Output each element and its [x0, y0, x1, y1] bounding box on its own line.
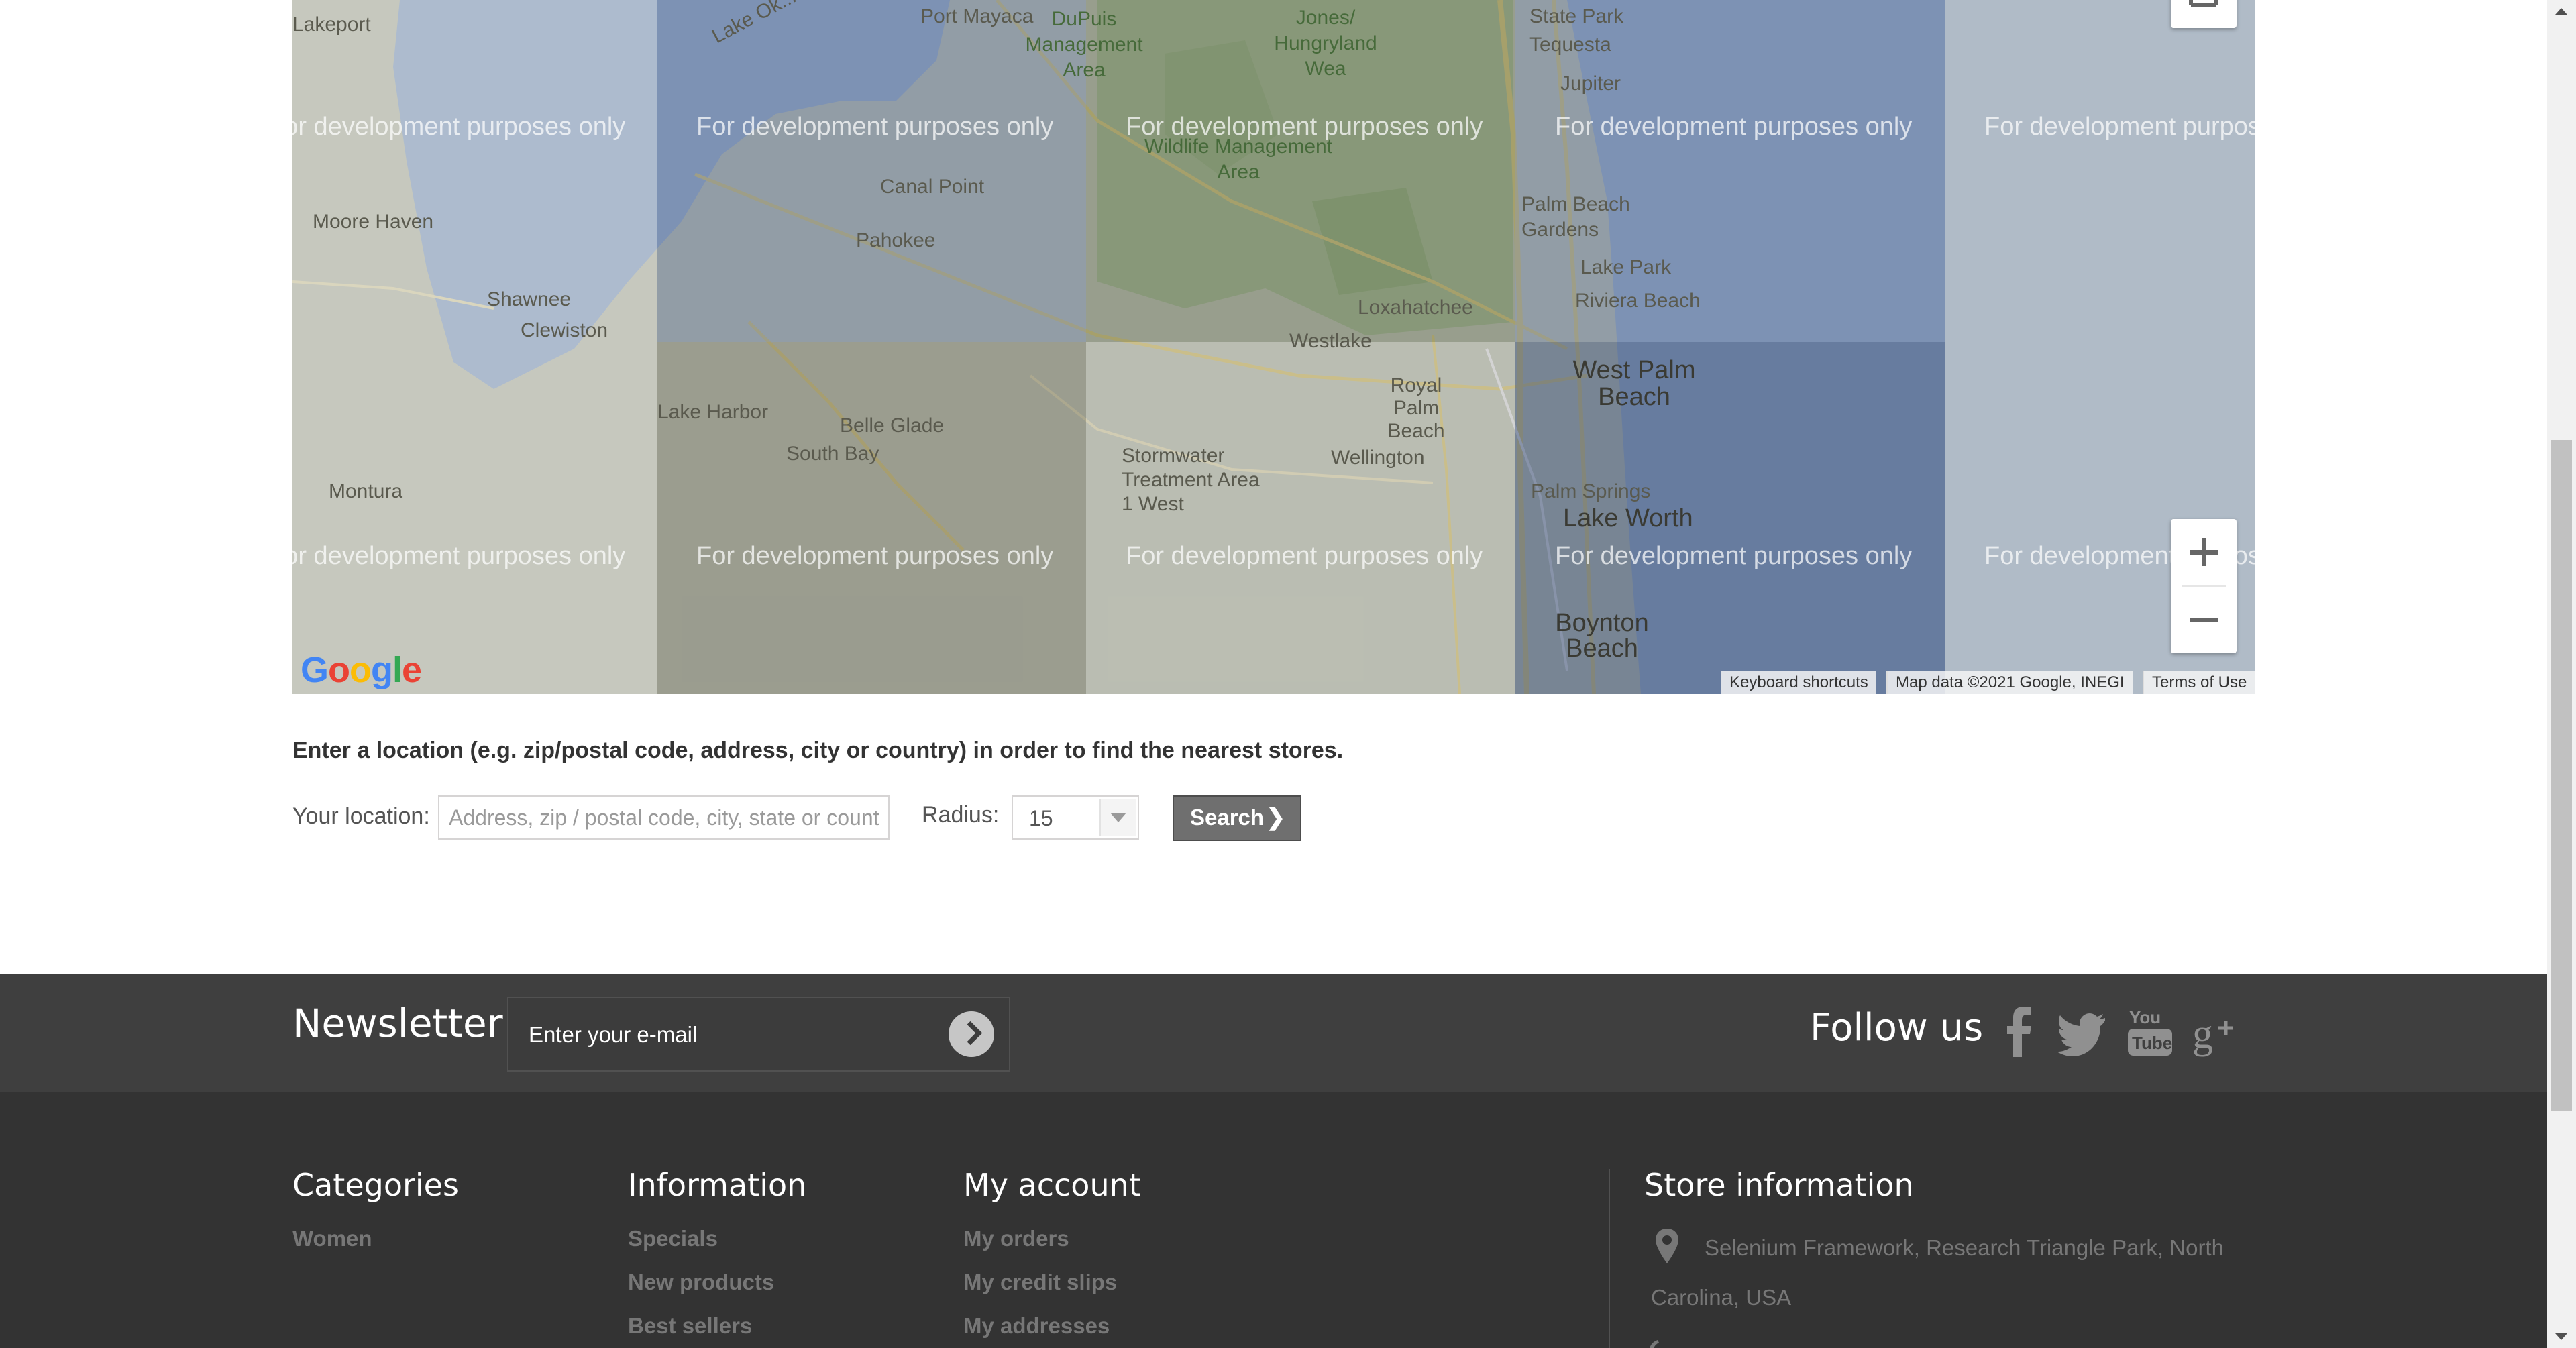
fullscreen-button[interactable] — [2171, 0, 2237, 28]
footer-link-specials[interactable]: Specials — [628, 1226, 718, 1251]
map-label-canal-point: Canal Point — [880, 176, 985, 198]
footer-link-women[interactable]: Women — [292, 1226, 372, 1251]
zoom-out-button[interactable] — [2171, 587, 2237, 653]
map-watermark: For development purposes only — [1555, 113, 1913, 141]
page: Lakeport Lake Ok... Port Mayaca DuPuis M… — [0, 0, 2547, 1348]
map-watermark: For development purposes only — [292, 113, 626, 141]
newsletter-bar: Newsletter Enter your e-mail Follow us Y… — [0, 974, 2547, 1092]
map-watermark: For development purposes only — [696, 542, 1054, 570]
map-label-lake-harbor: Lake Harbor — [657, 401, 769, 423]
footer-link-my-credit-slips[interactable]: My credit slips — [963, 1270, 1117, 1295]
chevron-right-icon: ❯ — [1266, 805, 1286, 830]
map-watermark: For development purposes only — [1984, 113, 2255, 141]
map-label-westlake: Westlake — [1289, 330, 1372, 352]
map-label-west-palm-beach: West Palm Beach — [1572, 356, 1696, 411]
map-label-palm-beach-gardens: Palm Beach Gardens — [1521, 193, 1630, 241]
map-label-lake-park: Lake Park — [1580, 256, 1672, 278]
map-label-loxahatchee: Loxahatchee — [1358, 296, 1473, 319]
store-address-line1: Selenium Framework, Research Triangle Pa… — [1705, 1235, 2224, 1260]
map-label-boynton-beach: Boynton Beach — [1555, 609, 1649, 663]
map-label-wildlife: Wildlife Management Area — [1144, 135, 1333, 183]
footer-link-my-addresses[interactable]: My addresses — [963, 1313, 1110, 1339]
newsletter-submit-button[interactable] — [949, 1011, 994, 1057]
footer: Categories Women Information Specials Ne… — [0, 1092, 2547, 1348]
map-label-jupiter: Jupiter — [1560, 72, 1621, 95]
footer-categories-title: Categories — [292, 1167, 459, 1203]
scroll-down-arrow-icon[interactable] — [2555, 1333, 2567, 1340]
keyboard-shortcuts-link[interactable]: Keyboard shortcuts — [1721, 671, 1876, 694]
map-label-state-park: State Park — [1529, 5, 1624, 27]
store-address-line2: Carolina, USA — [1651, 1285, 1792, 1310]
map-label-moore-haven: Moore Haven — [313, 211, 434, 233]
radius-select[interactable]: 15 — [1012, 795, 1139, 840]
footer-my-account-title: My account — [963, 1167, 1141, 1203]
map-label-tequesta: Tequesta — [1529, 34, 1611, 56]
map-label-riviera-beach: Riviera Beach — [1575, 290, 1701, 312]
youtube-icon[interactable]: You Tube — [2124, 1001, 2178, 1061]
zoom-in-button[interactable] — [2171, 519, 2237, 585]
svg-text:You: You — [2129, 1007, 2161, 1027]
map-label-shawnee: Shawnee — [487, 288, 572, 311]
newsletter-email-input[interactable]: Enter your e-mail — [507, 997, 1010, 1072]
map-tiles — [292, 0, 2255, 694]
svg-text:g: g — [2192, 1011, 2213, 1057]
map-label-lake-worth: Lake Worth — [1563, 504, 1693, 532]
page-scrollbar[interactable] — [2547, 0, 2576, 1348]
location-label: Your location: — [292, 803, 430, 829]
radius-value: 15 — [1029, 806, 1053, 830]
newsletter-title: Newsletter — [292, 1001, 503, 1046]
store-search-intro: Enter a location (e.g. zip/postal code, … — [292, 738, 1344, 763]
map-watermark: For development purposes only — [292, 542, 626, 570]
map-label-royal-palm-beach: Royal Palm Beach — [1387, 374, 1445, 442]
phone-icon — [1650, 1340, 1659, 1348]
map-marker-icon — [1656, 1229, 1678, 1263]
search-button[interactable]: Search ❯ — [1173, 795, 1301, 841]
footer-divider — [1609, 1169, 1610, 1348]
map-label-lakeport: Lakeport — [292, 13, 371, 36]
svg-text:Tube: Tube — [2132, 1033, 2172, 1053]
footer-link-new-products[interactable]: New products — [628, 1270, 774, 1295]
footer-link-best-sellers[interactable]: Best sellers — [628, 1313, 752, 1339]
follow-us-title: Follow us — [1810, 1006, 1984, 1050]
store-map[interactable]: Lakeport Lake Ok... Port Mayaca DuPuis M… — [292, 0, 2255, 694]
map-label-belle-glade: Belle Glade — [840, 414, 945, 437]
map-label-clewiston: Clewiston — [521, 319, 608, 341]
map-watermark: For development purposes only — [696, 113, 1054, 141]
facebook-icon[interactable] — [1992, 1001, 2046, 1061]
map-label-dupuis: DuPuis Management Area — [1025, 8, 1143, 81]
google-plus-icon[interactable]: g — [2191, 1001, 2245, 1061]
map-watermark: For development purposes only — [1126, 113, 1483, 141]
map-label-south-bay: South Bay — [786, 443, 879, 465]
twitter-icon[interactable] — [2057, 1001, 2110, 1061]
map-watermark: For development purposes only — [1126, 542, 1483, 570]
footer-link-my-orders[interactable]: My orders — [963, 1226, 1069, 1251]
map-label-palm-springs: Palm Springs — [1531, 480, 1651, 502]
map-watermark: For development purposes only — [1555, 542, 1913, 570]
footer-store-info-title: Store information — [1644, 1167, 1914, 1203]
scroll-thumb[interactable] — [2551, 440, 2572, 1111]
footer-information-title: Information — [628, 1167, 807, 1203]
newsletter-email-placeholder: Enter your e-mail — [529, 1022, 698, 1047]
radius-label: Radius: — [922, 802, 1000, 828]
zoom-control — [2171, 519, 2237, 653]
search-button-label: Search — [1190, 805, 1265, 830]
map-label-pahokee: Pahokee — [856, 229, 936, 251]
map-label-montura: Montura — [329, 480, 403, 502]
google-logo[interactable]: Google — [301, 649, 422, 691]
scroll-up-arrow-icon[interactable] — [2555, 8, 2567, 15]
map-label-jones: Jones/ Hungryland Wea — [1274, 7, 1377, 80]
map-label-wellington: Wellington — [1331, 447, 1425, 469]
chevron-down-icon — [1099, 799, 1136, 836]
fullscreen-icon — [2189, 0, 2218, 7]
location-input[interactable] — [438, 795, 890, 840]
map-data-attribution: Map data ©2021 Google, INEGI — [1886, 671, 2133, 694]
terms-of-use-link[interactable]: Terms of Use — [2143, 671, 2255, 694]
map-label-stormwater: Stormwater Treatment Area 1 West — [1122, 445, 1260, 515]
